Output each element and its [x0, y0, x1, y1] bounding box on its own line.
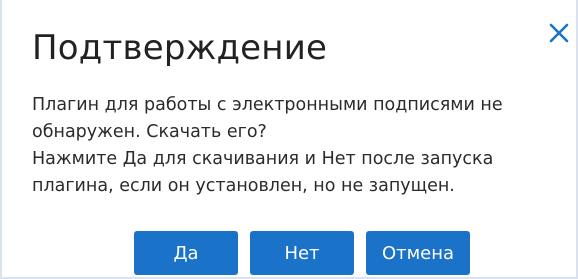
message-plugin-not-found: Плагин для работы с электронными подпися…: [32, 95, 503, 142]
dialog-message: Плагин для работы с электронными подпися…: [32, 92, 552, 200]
message-instructions: Нажмите Да для скачивания и Нет после за…: [32, 149, 494, 196]
close-button[interactable]: [544, 18, 574, 48]
no-button[interactable]: Нет: [250, 231, 354, 275]
close-icon: [549, 23, 569, 43]
dialog-title: Подтверждение: [32, 28, 328, 68]
yes-button[interactable]: Да: [134, 231, 238, 275]
cancel-button[interactable]: Отмена: [366, 231, 470, 275]
confirmation-dialog: Подтверждение Плагин для работы с электр…: [0, 0, 578, 279]
dialog-buttons: Да Нет Отмена: [134, 231, 470, 275]
